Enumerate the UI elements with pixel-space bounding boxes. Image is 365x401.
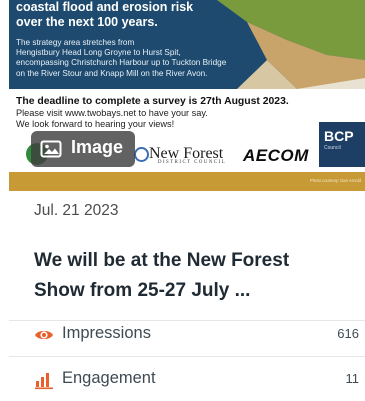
banner-headline-line: coastal flood and erosion risk [16,0,194,14]
metric-label: Engagement [62,369,156,387]
divider [9,356,365,357]
image-badge-label: Image [71,137,124,157]
banner-visit-line: We look forward to hearing your views! [16,119,175,129]
banner-visit-line: Please visit www.twobays.net to have you… [16,108,208,118]
banner-header: coastal flood and erosion risk over the … [9,0,365,89]
metric-label: Impressions [62,324,151,342]
banner-headline-line: over the next 100 years. [16,15,158,29]
banner-subtext-line: on the River Stour and Knapp Mill on the… [16,68,208,78]
post-date: Jul. 21 2023 [34,202,119,219]
post-title-line: Show from 25-27 July ... [34,280,251,301]
banner-deadline: The deadline to complete a survey is 27t… [16,96,289,107]
post-title[interactable]: We will be at the New Forest Show from 2… [34,246,354,306]
banner-subtext-line: Hengistbury Head Long Groyne to Hurst Sp… [16,48,181,58]
banner-headline: coastal flood and erosion risk over the … [16,0,326,30]
metric-value: 616 [337,326,359,341]
photo-credit: Photo courtesy: Dan Arnold [310,178,361,183]
bcp-logo-text: BCP [324,128,354,144]
eye-icon [35,330,53,340]
bcp-council-logo: BCP Council [319,122,365,167]
new-forest-logo: New Forest DISTRICT COUNCIL [149,145,226,165]
metric-engagement: Engagement 11 [0,366,365,394]
banner-visit-text: Please visit www.twobays.net to have you… [16,108,208,130]
image-type-badge: Image [31,131,135,167]
metric-value: 11 [345,371,360,386]
metric-impressions: Impressions 616 [0,321,365,349]
post-title-line: We will be at the New Forest [34,250,290,271]
photo-credit-strip: Photo courtesy: Dan Arnold [9,172,365,191]
bar-chart-icon [35,373,53,390]
bcp-logo-subtext: Council [324,145,341,151]
new-forest-logo-subtext: DISTRICT COUNCIL [158,160,227,165]
new-forest-logo-icon [134,147,149,162]
post-card[interactable]: coastal flood and erosion risk over the … [0,0,365,401]
banner-subtext-line: The strategy area stretches from [16,38,135,47]
banner-subtext-line: encompassing Christchurch Harbour up to … [16,58,227,68]
aecom-logo: AECOM [243,146,309,165]
banner-subtext: The strategy area stretches from Hengist… [16,38,346,79]
image-icon [40,140,62,158]
